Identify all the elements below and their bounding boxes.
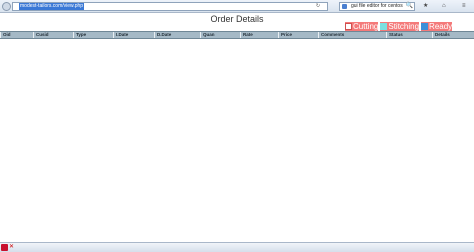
legend-swatch-cutting [345, 23, 352, 30]
search-box[interactable]: gui file editor for centos 🔍 [339, 2, 415, 11]
column-header-oid[interactable]: Oid [0, 32, 33, 38]
home-icon[interactable]: ⌂ [442, 3, 446, 10]
browser-toolbar: modest-tailors.com/view.php ↻ gui file e… [0, 0, 474, 13]
column-header-comments[interactable]: Comments [318, 32, 386, 38]
status-legend: Cutting Stitching Ready [345, 22, 454, 31]
legend-item-ready: Ready [421, 22, 453, 31]
search-icon[interactable]: 🔍 [406, 3, 413, 10]
search-engine-icon[interactable] [342, 4, 347, 9]
column-header-price[interactable]: Price [278, 32, 318, 38]
back-button[interactable] [2, 2, 11, 11]
adblock-icon[interactable] [1, 244, 8, 251]
column-header-quan[interactable]: Quan [200, 32, 240, 38]
address-bar[interactable]: modest-tailors.com/view.php ↻ [12, 2, 328, 11]
bookmark-icon[interactable]: ★ [423, 3, 428, 10]
column-header-rate[interactable]: Rate [240, 32, 278, 38]
legend-swatch-stitching [380, 23, 388, 30]
search-input[interactable]: gui file editor for centos [351, 3, 403, 10]
legend-item-stitching: Stitching [380, 22, 420, 31]
legend-swatch-ready [421, 23, 429, 30]
legend-label-cutting: Cutting [353, 22, 379, 31]
status-bar: ✕ [0, 242, 474, 252]
column-header-details[interactable]: Details [432, 32, 474, 38]
column-header-status[interactable]: Status [386, 32, 432, 38]
refresh-icon[interactable]: ↻ [315, 4, 321, 9]
legend-item-cutting: Cutting [345, 22, 379, 31]
legend-label-ready: Ready [429, 22, 453, 31]
column-header-ddate[interactable]: D.Date [154, 32, 200, 38]
close-icon[interactable]: ✕ [9, 244, 14, 251]
column-header-idate[interactable]: I.Date [113, 32, 154, 38]
menu-icon[interactable]: ≡ [462, 3, 466, 10]
legend-label-stitching: Stitching [388, 22, 420, 31]
column-header-cusid[interactable]: Cusid [33, 32, 73, 38]
url-text[interactable]: modest-tailors.com/view.php [19, 3, 85, 10]
column-header-type[interactable]: Type [73, 32, 113, 38]
orders-table-header: Oid Cusid Type I.Date D.Date Quan Rate P… [0, 31, 474, 39]
